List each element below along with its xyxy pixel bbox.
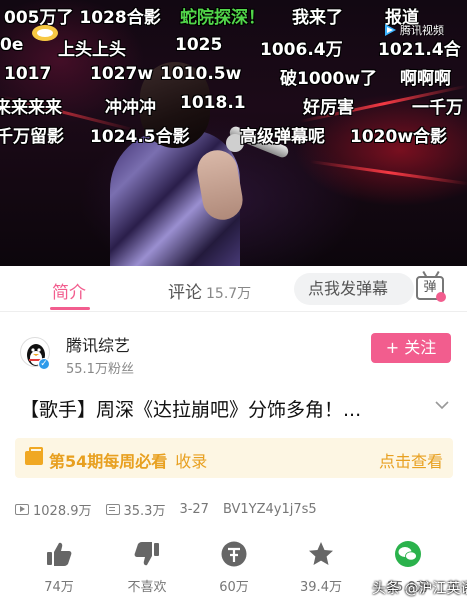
like-button[interactable]: 74万	[24, 540, 94, 595]
thumbs-down-icon	[134, 542, 159, 566]
danmaku-comment: 高级弹幕呢	[240, 127, 325, 147]
series-icon	[25, 447, 43, 465]
coin-count: 60万	[219, 580, 249, 595]
danmaku-comment: 1017	[4, 64, 52, 84]
bvid: BV1YZ4y1j7s5	[222, 501, 317, 517]
series-banner[interactable]: 第54期每周必看 收录 点击查看	[15, 438, 453, 478]
tab-comments-count: 15.7万	[206, 286, 252, 302]
uploader-fans-count: 55.1万粉丝	[66, 362, 134, 377]
dislike-label: 不喜欢	[127, 580, 167, 595]
tv-antenna	[434, 270, 440, 279]
stage-light	[309, 160, 467, 186]
danmaku-comment: 1025	[175, 35, 223, 55]
danmaku-toggle-label: 弹	[423, 280, 437, 295]
danmaku-comment: 1024.5合影	[90, 127, 190, 147]
coin-button[interactable]: 60万	[199, 540, 269, 595]
tab-bar: 简介 评论 15.7万 点我发弹幕 弹	[0, 266, 467, 312]
wechat-icon	[395, 541, 421, 567]
danmaku-comment: 1010.5w	[160, 64, 242, 84]
danmaku-comment: 1027w	[90, 64, 154, 84]
chevron-down-icon[interactable]	[435, 398, 449, 412]
tab-active-indicator	[50, 307, 90, 310]
danmaku-toggle-status-dot	[436, 292, 446, 302]
coin-icon	[221, 541, 247, 567]
video-title: 【歌手】周深《达拉崩吧》分饰多角！...	[20, 399, 362, 421]
follow-button[interactable]: + 关注	[371, 333, 451, 363]
danmaku-comment: 来来来来	[0, 98, 62, 118]
tencent-video-logo: 腾讯视频	[383, 22, 444, 38]
watermark: 头条 @沪江英语	[372, 581, 467, 597]
danmaku-comment: 上头上头	[58, 40, 126, 60]
danmaku-comment: 啊啊啊	[400, 69, 451, 89]
series-collect-label: 收录	[175, 452, 208, 471]
danmaku-count: 35.3万	[123, 503, 166, 519]
like-count: 74万	[44, 580, 74, 595]
series-name: 第54期每周必看	[49, 452, 168, 471]
danmaku-comment: 005万了 1028合影	[4, 8, 161, 28]
danmaku-comment: 0e	[0, 35, 24, 55]
play-count-icon	[15, 503, 29, 515]
danmaku-comment: 1018.1	[180, 93, 246, 113]
publish-date: 3-27	[179, 501, 209, 517]
uploader-name[interactable]: 腾讯综艺	[66, 332, 130, 356]
series-text: 第54期每周必看 收录	[49, 448, 207, 472]
danmaku-comment: 1006.4万	[260, 40, 343, 60]
tv-antenna	[422, 270, 428, 279]
danmaku-input[interactable]: 点我发弹幕	[294, 273, 414, 305]
danmaku-comment: 冲冲冲	[105, 98, 156, 118]
favorite-count: 39.4万	[300, 580, 342, 595]
star-icon	[309, 542, 333, 565]
bilibili-logo-icon	[32, 25, 58, 41]
tencent-video-icon	[385, 24, 396, 36]
series-view-button[interactable]: 点击查看	[379, 448, 443, 472]
danmaku-comment: 好厉害	[303, 98, 354, 118]
play-count: 1028.9万	[33, 503, 92, 519]
video-stats: 1028.9万 35.3万 3-27 BV1YZ4y1j7s5	[15, 500, 317, 519]
danmaku-comment: 1021.4合	[378, 40, 461, 60]
danmaku-count-icon	[105, 503, 120, 515]
favorite-button[interactable]: 39.4万	[286, 540, 356, 595]
thumbs-up-icon	[47, 542, 72, 566]
verified-badge-icon: ✓	[38, 358, 50, 370]
dislike-button[interactable]: 不喜欢	[112, 540, 182, 595]
danmaku-comment: 蛇院探深！	[180, 8, 265, 28]
danmaku-comment: 我来了	[292, 8, 343, 28]
danmaku-toggle-button[interactable]: 弹	[416, 270, 446, 302]
tencent-video-text: 腾讯视频	[400, 24, 444, 37]
tab-comments-label: 评论	[168, 283, 202, 303]
danmaku-comment: 千万留影	[0, 127, 64, 147]
danmaku-comment: 一千万	[412, 98, 463, 118]
tab-intro[interactable]: 简介	[52, 278, 86, 303]
video-player[interactable]: 005万了 1028合影 蛇院探深！ 我来了 报道 0e 上头上头 1025 1…	[0, 0, 467, 266]
danmaku-comment: 破1000w了	[280, 69, 378, 89]
tab-comments[interactable]: 评论 15.7万	[168, 278, 251, 303]
danmaku-comment: 1020w合影	[350, 127, 448, 147]
